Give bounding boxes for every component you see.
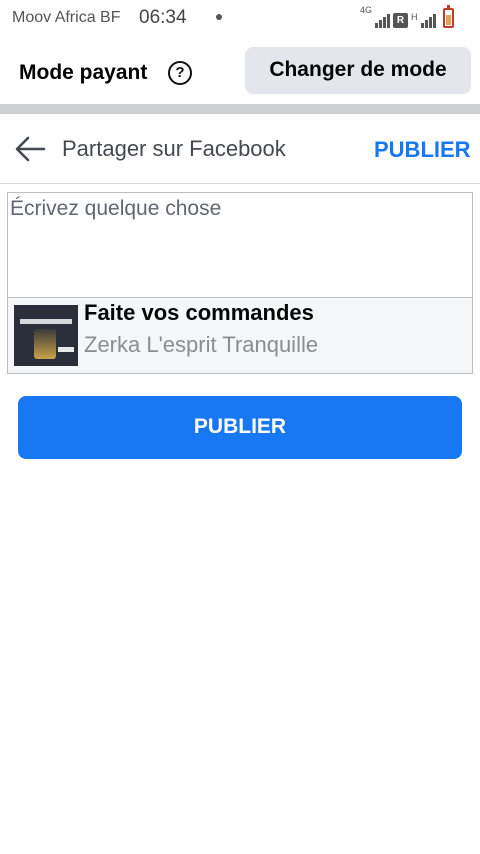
- publish-button[interactable]: PUBLIER: [18, 396, 462, 459]
- share-header: Partager sur Facebook PUBLIER: [0, 114, 480, 184]
- arrow-left-icon[interactable]: [14, 136, 46, 162]
- page-title: Partager sur Facebook: [62, 136, 286, 161]
- composer: [7, 192, 473, 298]
- preview-subtitle: Zerka L'esprit Tranquille: [84, 332, 319, 357]
- carrier-name: Moov Africa BF: [12, 9, 121, 26]
- clock: 06:34: [139, 7, 187, 28]
- status-icons: 4G R H: [360, 5, 454, 28]
- battery-icon: [442, 5, 454, 28]
- post-text-input[interactable]: [8, 193, 472, 297]
- change-mode-button[interactable]: Changer de mode: [245, 47, 471, 94]
- roaming-badge: R: [393, 13, 409, 28]
- section-divider: [0, 104, 480, 114]
- help-icon[interactable]: ?: [168, 61, 192, 85]
- signal-icon: [375, 14, 391, 28]
- link-preview[interactable]: Faite vos commandes Zerka L'esprit Tranq…: [7, 297, 473, 374]
- publish-link[interactable]: PUBLIER: [374, 137, 471, 163]
- mode-label: Mode payant: [19, 61, 148, 84]
- notification-dot-icon: [216, 14, 222, 20]
- network-type-label: 4G: [360, 5, 373, 15]
- preview-title: Faite vos commandes: [84, 300, 314, 325]
- preview-thumbnail: [14, 305, 78, 366]
- status-bar: Moov Africa BF 06:34 4G R H: [0, 0, 480, 36]
- hspa-label: H: [411, 12, 418, 22]
- signal-icon: [420, 14, 436, 28]
